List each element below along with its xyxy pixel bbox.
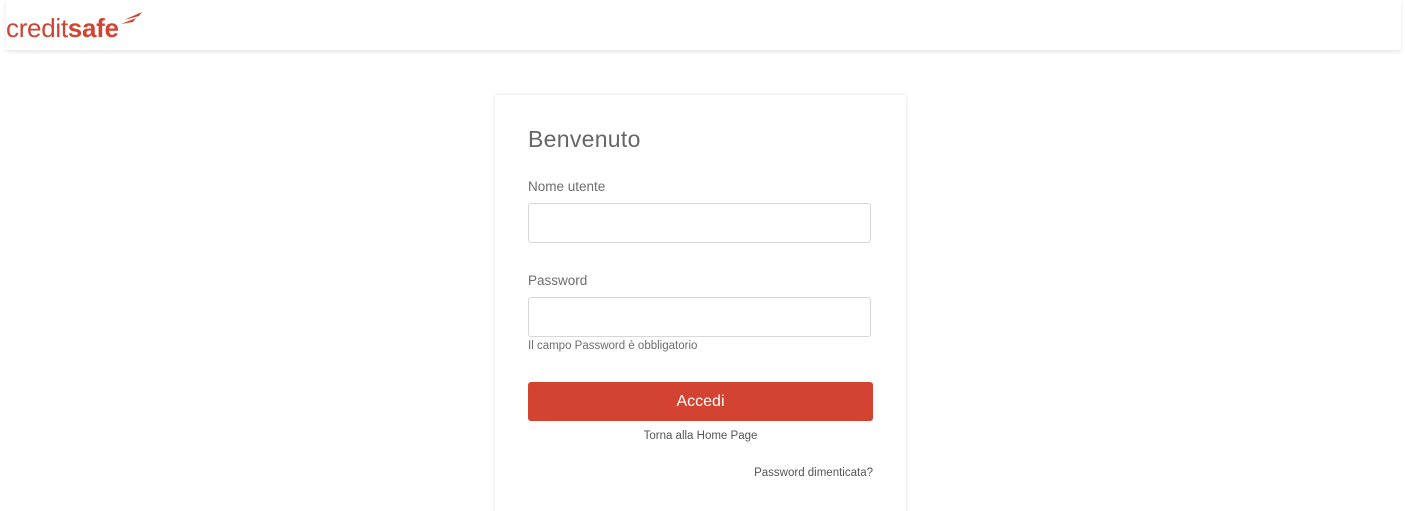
logo-text-bold: safe: [67, 13, 119, 43]
header-bar: [6, 0, 1401, 50]
password-input[interactable]: [528, 297, 871, 337]
username-label: Nome utente: [528, 179, 606, 194]
password-label: Password: [528, 273, 588, 288]
login-card: Benvenuto Nome utente Password Il campo …: [495, 95, 906, 511]
page: credit safe Benvenuto Nome utente Passwor…: [0, 0, 1405, 511]
home-page-link[interactable]: Torna alla Home Page: [528, 430, 873, 442]
red-swoosh-icon: [120, 12, 142, 24]
forgot-password-link[interactable]: Password dimenticata?: [754, 467, 873, 479]
username-input[interactable]: [528, 203, 871, 243]
creditsafe-logo[interactable]: credit safe: [6, 12, 145, 45]
password-error-message: Il campo Password è obbligatorio: [528, 340, 698, 352]
login-button[interactable]: Accedi: [528, 382, 873, 421]
logo-text-light: credit: [6, 13, 68, 43]
page-title: Benvenuto: [528, 126, 641, 152]
